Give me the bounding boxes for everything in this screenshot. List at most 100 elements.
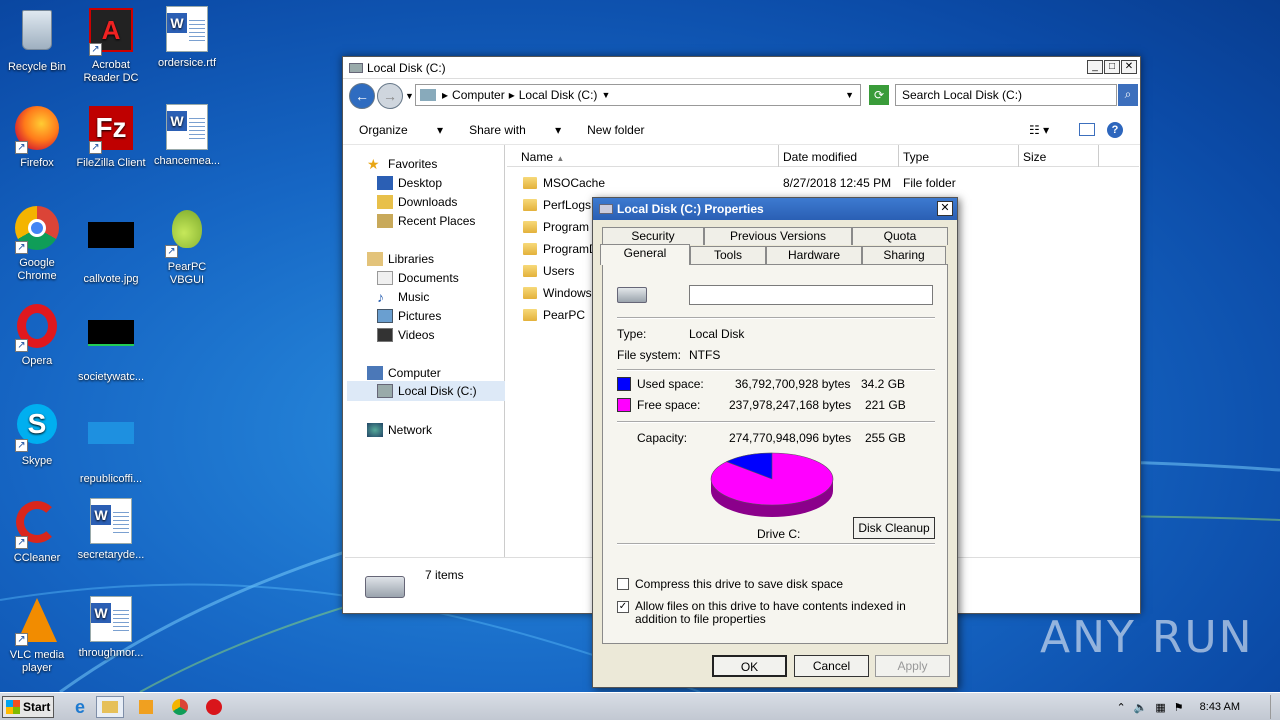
view-options-icon[interactable]: ☷ ▾ <box>1029 123 1049 137</box>
downloads-icon <box>377 195 393 209</box>
drive-name-label: Drive C: <box>757 527 801 541</box>
nav-music[interactable]: ♪ Music <box>377 290 429 304</box>
column-headers: Name ▲ Date modified Type Size <box>507 145 1139 167</box>
recycle-bin-icon <box>13 10 61 58</box>
compress-checkbox[interactable] <box>617 578 629 590</box>
refresh-button[interactable]: ⟳ <box>869 85 889 105</box>
taskbar-chrome-icon[interactable] <box>166 696 194 718</box>
volume-label-input[interactable] <box>689 285 933 305</box>
computer-icon <box>420 89 436 101</box>
column-size[interactable]: Size <box>1019 145 1099 167</box>
type-label: Type: <box>617 327 647 341</box>
address-field[interactable]: ▸ Computer ▸ Local Disk (C:) ▼ ▼ <box>415 84 861 106</box>
column-name[interactable]: Name ▲ <box>507 145 779 167</box>
desktop-icon-pearpc[interactable]: ↗ PearPC VBGUI <box>150 204 224 287</box>
desktop-icon-label: ordersice.rtf <box>157 57 217 69</box>
search-icon[interactable]: ⌕ <box>1118 84 1138 106</box>
address-bar-row: ← → ▼ ▸ Computer ▸ Local Disk (C:) ▼ ▼ ⟳… <box>345 81 1140 111</box>
desktop-icon-label: societywatc... <box>77 371 145 383</box>
show-hidden-icons[interactable]: ⌃ <box>1116 701 1125 714</box>
desktop-icon-throughmor[interactable]: throughmor... <box>74 596 148 660</box>
start-button[interactable]: Start <box>2 696 54 718</box>
action-center-flag-icon[interactable]: ⚑ <box>1174 701 1184 714</box>
taskbar-ie-icon[interactable]: e <box>66 696 94 718</box>
desktop-icon-firefox[interactable]: ↗ Firefox <box>0 104 74 170</box>
address-dropdown-icon[interactable]: ▼ <box>845 90 854 100</box>
nav-computer[interactable]: Computer <box>367 366 441 380</box>
desktop-icon-label: CCleaner <box>13 552 61 564</box>
search-input[interactable]: Search Local Disk (C:) <box>895 84 1117 106</box>
clock[interactable]: 8:43 AM <box>1200 701 1240 713</box>
tab-previous-versions[interactable]: Previous Versions <box>704 227 852 245</box>
tab-general[interactable]: General <box>600 244 690 265</box>
tab-quota[interactable]: Quota <box>852 227 948 245</box>
nav-network[interactable]: Network <box>367 423 432 437</box>
taskbar-media-player-icon[interactable] <box>132 696 160 718</box>
nav-documents[interactable]: Documents <box>377 271 459 285</box>
nav-downloads[interactable]: Downloads <box>377 195 457 209</box>
forward-button[interactable]: → <box>377 83 403 109</box>
tab-sharing[interactable]: Sharing <box>862 246 946 264</box>
nav-desktop[interactable]: Desktop <box>377 176 442 190</box>
properties-dialog[interactable]: Local Disk (C:) Properties ✕ Security Pr… <box>592 197 958 688</box>
desktop-icon-vlc[interactable]: ↗ VLC media player <box>0 596 74 675</box>
desktop-icon-callvote[interactable]: callvote.jpg <box>74 204 148 286</box>
desktop-icon-ordersice[interactable]: ordersice.rtf <box>150 6 224 70</box>
column-date-modified[interactable]: Date modified <box>779 145 899 167</box>
minimize-button[interactable]: _ <box>1087 60 1103 74</box>
apply-button[interactable]: Apply <box>875 655 950 677</box>
desktop-icon-republicoffi[interactable]: republicoffi... <box>74 400 148 486</box>
tab-hardware[interactable]: Hardware <box>766 246 862 264</box>
image-file-icon <box>87 422 135 470</box>
nav-recent-places[interactable]: Recent Places <box>377 214 475 228</box>
help-icon[interactable]: ? <box>1107 121 1123 138</box>
nav-libraries[interactable]: Libraries <box>367 252 434 266</box>
desktop-icon-acrobat[interactable]: A ↗ Acrobat Reader DC <box>74 6 148 85</box>
organize-menu[interactable]: Organize ▾ <box>359 123 443 137</box>
free-space-gb: 221 GB <box>865 398 906 412</box>
taskbar-opera-icon[interactable] <box>200 696 228 718</box>
breadcrumb-computer[interactable]: Computer <box>452 88 505 102</box>
desktop-icon-opera[interactable]: ↗ Opera <box>0 302 74 368</box>
explorer-titlebar[interactable]: Local Disk (C:) <box>343 57 1140 79</box>
nav-favorites[interactable]: ★ Favorites <box>367 157 437 171</box>
disk-cleanup-button[interactable]: Disk Cleanup <box>853 517 935 539</box>
tab-security[interactable]: Security <box>602 227 704 245</box>
history-dropdown-icon[interactable]: ▼ <box>405 91 414 101</box>
nav-videos[interactable]: Videos <box>377 328 434 342</box>
show-desktop-button[interactable] <box>1270 695 1280 719</box>
column-type[interactable]: Type <box>899 145 1019 167</box>
dialog-close-button[interactable]: ✕ <box>937 201 953 216</box>
close-button[interactable]: ✕ <box>1121 60 1137 74</box>
desktop-icon-skype[interactable]: S ↗ Skype <box>0 400 74 468</box>
desktop-icon-recycle-bin[interactable]: Recycle Bin <box>0 6 74 74</box>
free-space-label: Free space: <box>637 398 701 412</box>
list-item[interactable]: MSOCache 8/27/2018 12:45 PM File folder <box>523 173 1123 193</box>
desktop-icon-ccleaner[interactable]: ↗ CCleaner <box>0 498 74 565</box>
used-space-gb: 34.2 GB <box>861 377 906 391</box>
cancel-button[interactable]: Cancel <box>794 655 869 677</box>
ok-button[interactable]: OK <box>712 655 787 677</box>
dialog-titlebar[interactable]: Local Disk (C:) Properties <box>593 198 957 220</box>
network-status-icon[interactable]: ▦ <box>1155 701 1165 714</box>
pear-icon: ↗ <box>163 210 211 258</box>
desktop-icon-secretaryde[interactable]: secretaryde... <box>74 498 148 562</box>
volume-icon[interactable]: 🔈 <box>1134 701 1148 714</box>
new-folder-button[interactable]: New folder <box>587 123 644 137</box>
drive-icon <box>599 204 613 214</box>
back-button[interactable]: ← <box>349 83 375 109</box>
breadcrumb-local-disk[interactable]: Local Disk (C:) <box>519 88 598 102</box>
desktop-icon-filezilla[interactable]: Fz ↗ FileZilla Client <box>74 104 148 170</box>
desktop-icon-chrome[interactable]: ↗ Google Chrome <box>0 204 74 283</box>
index-checkbox[interactable]: ✓ <box>617 601 629 613</box>
window-title: Local Disk (C:) <box>367 60 446 75</box>
nav-local-disk[interactable]: Local Disk (C:) <box>347 381 505 401</box>
share-with-menu[interactable]: Share with ▾ <box>469 123 561 137</box>
preview-pane-icon[interactable] <box>1079 123 1095 136</box>
desktop-icon-chancemea[interactable]: chancemea... <box>150 104 224 168</box>
taskbar-explorer-icon[interactable] <box>96 696 124 718</box>
desktop-icon-societywatc[interactable]: societywatc... <box>74 302 148 384</box>
nav-pictures[interactable]: Pictures <box>377 309 441 323</box>
tab-tools[interactable]: Tools <box>690 246 766 264</box>
maximize-button[interactable]: □ <box>1104 60 1120 74</box>
